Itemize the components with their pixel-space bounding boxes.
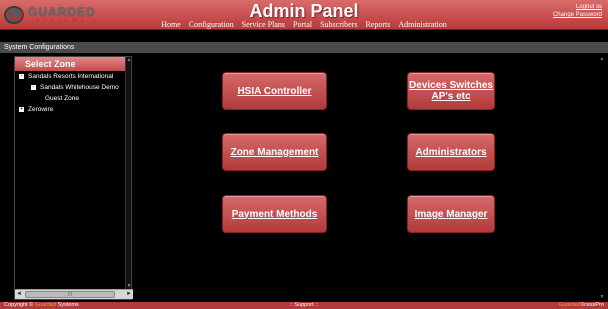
collapse-icon[interactable]: - <box>19 73 24 79</box>
tree-item-guest-zone[interactable]: Guest Zone <box>15 93 131 104</box>
header-bar: GUARDED SYSTEMS Admin Panel Logout ss Ch… <box>0 0 608 30</box>
tree-item-sandals-resorts[interactable]: - Sandals Resorts International <box>15 71 131 82</box>
scroll-thumb[interactable]: ||| <box>25 291 115 298</box>
collapse-icon[interactable]: - <box>31 84 36 90</box>
devices-button[interactable]: Devices Switches AP's etc <box>407 72 495 110</box>
nav-service-plans[interactable]: Service Plans <box>242 20 285 29</box>
footer-bar: Copyright © Guarded Systems :: Support :… <box>0 302 608 309</box>
product-suffix: XcessPro <box>580 302 604 308</box>
sidebar-horizontal-scrollbar[interactable]: ◄ ||| ► <box>15 289 133 299</box>
tree-item-label: Sandals Resorts International <box>28 73 114 80</box>
scroll-grip: ||| <box>68 291 72 297</box>
scroll-up-icon[interactable]: ▲ <box>126 57 132 63</box>
sidebar-vertical-scrollbar[interactable]: ▲ ▼ <box>125 57 131 289</box>
scroll-down-icon[interactable]: ▼ <box>599 294 605 300</box>
zone-sidebar: Select Zone - Sandals Resorts Internation… <box>14 56 133 300</box>
main-nav: Home Configuration Service Plans Portal … <box>0 20 608 29</box>
administrators-button[interactable]: Administrators <box>407 133 495 171</box>
zone-tree: - Sandals Resorts International - Sandals … <box>15 71 131 115</box>
nav-subscribers[interactable]: Subscribers <box>320 20 357 29</box>
product-brand[interactable]: Guarded <box>559 302 580 308</box>
tree-item-label: Sandals Whitehouse Demo <box>40 84 119 91</box>
change-password-link[interactable]: Change Password <box>553 11 602 19</box>
nav-configuration[interactable]: Configuration <box>189 20 234 29</box>
tree-item-label: Guest Zone <box>45 95 79 102</box>
product-name: GuardedXcessPro <box>559 302 604 309</box>
select-zone-heading: Select Zone <box>15 57 131 71</box>
page-title: Admin Panel <box>249 1 359 21</box>
support-link[interactable]: :: Support :: <box>0 302 608 309</box>
logout-link[interactable]: Logout ss <box>553 3 602 11</box>
main-vertical-scrollbar[interactable]: ▲ ▼ <box>599 56 605 300</box>
nav-reports[interactable]: Reports <box>365 20 390 29</box>
hsia-controller-button[interactable]: HSIA Controller <box>222 72 327 110</box>
tree-item-zerowire[interactable]: + Zerowire <box>15 104 131 115</box>
main-panel: HSIA Controller Devices Switches AP's et… <box>135 56 597 300</box>
nav-administration[interactable]: Administration <box>398 20 446 29</box>
payment-methods-button[interactable]: Payment Methods <box>222 195 327 233</box>
scroll-up-icon[interactable]: ▲ <box>599 56 605 62</box>
nav-portal[interactable]: Portal <box>293 20 312 29</box>
nav-home[interactable]: Home <box>161 20 181 29</box>
image-manager-button[interactable]: Image Manager <box>407 195 495 233</box>
expand-icon[interactable]: + <box>19 106 24 112</box>
tree-item-label: Zerowire <box>28 106 54 113</box>
section-title: System Configurations <box>0 42 608 53</box>
scroll-right-icon[interactable]: ► <box>125 290 133 299</box>
zone-management-button[interactable]: Zone Management <box>222 133 327 171</box>
tree-item-sandals-whitehouse[interactable]: - Sandals Whitehouse Demo <box>15 82 131 93</box>
scroll-left-icon[interactable]: ◄ <box>15 290 23 299</box>
